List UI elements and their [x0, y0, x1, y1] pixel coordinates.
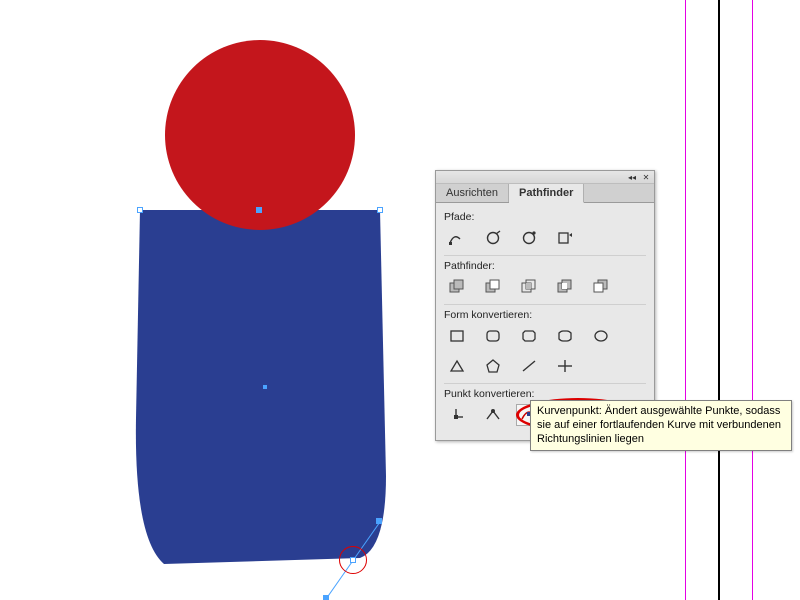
pf-exclude-icon[interactable]: [552, 276, 578, 298]
path-join-icon[interactable]: [444, 227, 470, 249]
shape-polygon-icon[interactable]: [480, 355, 506, 377]
path-close-icon[interactable]: [516, 227, 542, 249]
point-corner-icon[interactable]: [480, 404, 506, 426]
path-reverse-icon[interactable]: [552, 227, 578, 249]
shape-inverseround-icon[interactable]: [552, 325, 578, 347]
bezier-handle-end-1[interactable]: [376, 518, 382, 524]
section-label-pathfinder: Pathfinder:: [444, 260, 646, 272]
pf-subtract-icon[interactable]: [480, 276, 506, 298]
section-label-paths: Pfade:: [444, 211, 646, 223]
shape-bevelrect-icon[interactable]: [516, 325, 542, 347]
section-label-convert-shape: Form konvertieren:: [444, 309, 646, 321]
selection-center: [263, 385, 267, 389]
row-paths: [444, 225, 646, 256]
anchor-top-right[interactable]: [377, 207, 383, 213]
anchor-top-left[interactable]: [137, 207, 143, 213]
shape-line-icon[interactable]: [516, 355, 542, 377]
guide-magenta-right: [752, 0, 753, 600]
shape-triangle-icon[interactable]: [444, 355, 470, 377]
point-plain-icon[interactable]: [444, 404, 470, 426]
shape-ellipse-icon[interactable]: [588, 325, 614, 347]
panel-titlebar[interactable]: ◂◂ ✕: [436, 171, 654, 184]
pf-minusback-icon[interactable]: [588, 276, 614, 298]
panel-menu-icon[interactable]: ◂◂: [627, 173, 637, 181]
row-convert-shape: [444, 323, 646, 384]
panel-close-icon[interactable]: ✕: [641, 173, 651, 181]
section-label-convert-point: Punkt konvertieren:: [444, 388, 646, 400]
shape-roundrect-icon[interactable]: [480, 325, 506, 347]
row-pathfinder: [444, 274, 646, 305]
tooltip-smooth-point: Kurvenpunkt: Ändert ausgewählte Punkte, …: [530, 400, 792, 451]
pf-intersect-icon[interactable]: [516, 276, 542, 298]
red-circle-shape[interactable]: [165, 40, 355, 230]
panel-tabs: Ausrichten Pathfinder: [436, 184, 654, 203]
tab-pathfinder[interactable]: Pathfinder: [509, 184, 584, 203]
guide-black: [718, 0, 720, 600]
bezier-handle-end-2[interactable]: [323, 595, 329, 600]
annotation-ring-anchor: [339, 546, 367, 574]
guide-magenta-left: [685, 0, 686, 600]
path-open-icon[interactable]: [480, 227, 506, 249]
shape-rect-icon[interactable]: [444, 325, 470, 347]
blue-shape[interactable]: [130, 208, 400, 588]
anchor-top-mid[interactable]: [256, 207, 262, 213]
tab-align[interactable]: Ausrichten: [436, 184, 509, 202]
pf-add-icon[interactable]: [444, 276, 470, 298]
shape-hline-icon[interactable]: [552, 355, 578, 377]
